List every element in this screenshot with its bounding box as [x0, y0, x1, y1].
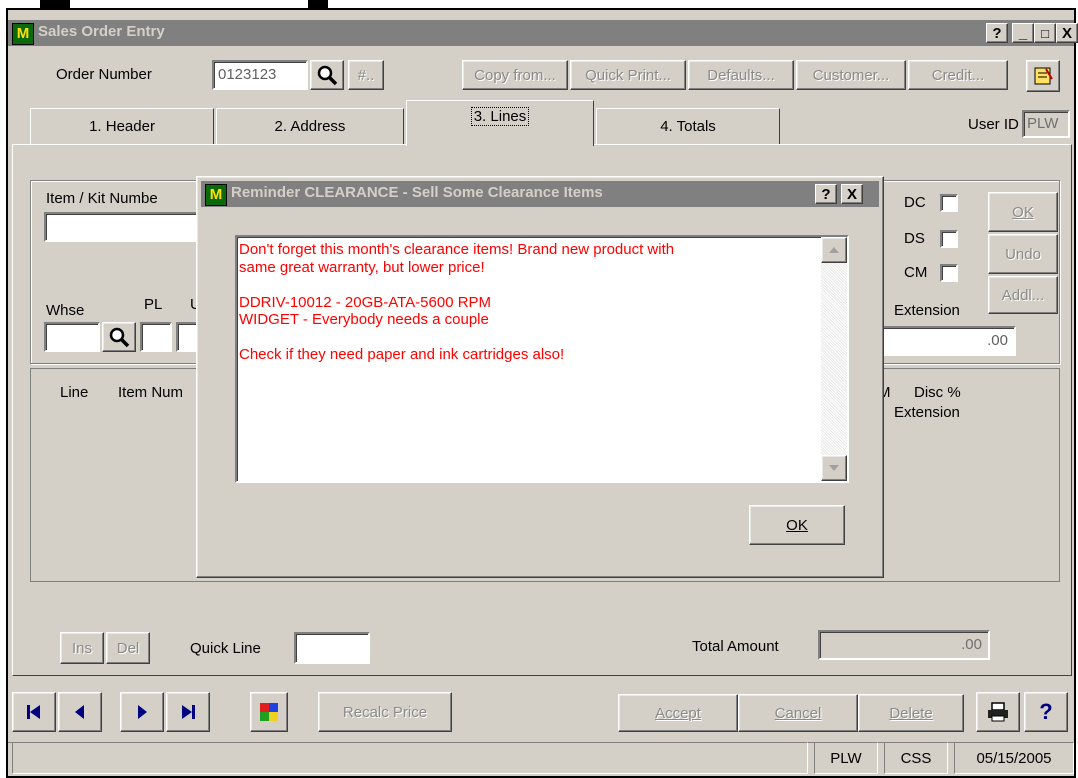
app-logo-icon: M	[12, 23, 34, 45]
user-id-field: PLW	[1022, 110, 1070, 138]
first-record-button[interactable]	[12, 692, 56, 732]
grid-header-disc: Disc %	[914, 384, 961, 401]
accept-button[interactable]: Accept	[618, 694, 738, 732]
status-message-pane	[12, 742, 808, 774]
reminder-message-box[interactable]: Don't forget this month's clearance item…	[235, 235, 849, 483]
user-id-label: User ID	[968, 116, 1019, 133]
close-button[interactable]: X	[1056, 23, 1078, 43]
main-title-bar[interactable]: M Sales Order Entry ? _ □ X	[8, 20, 1078, 46]
dialog-help-button[interactable]: ?	[815, 184, 837, 204]
scroll-up-button[interactable]	[821, 237, 847, 263]
order-lookup-button[interactable]	[310, 60, 344, 90]
vertical-scrollbar[interactable]	[821, 237, 847, 481]
status-user: PLW	[814, 742, 878, 774]
cm-label: CM	[904, 264, 928, 281]
background-fragment	[308, 0, 328, 8]
reminder-message-text: Don't forget this month's clearance item…	[239, 241, 675, 363]
grid-header-extension: Extension	[894, 404, 960, 421]
dialog-title: Reminder CLEARANCE - Sell Some Clearance…	[231, 184, 603, 201]
order-number-label: Order Number	[56, 66, 152, 83]
maximize-button[interactable]: □	[1034, 23, 1056, 43]
puzzle-button[interactable]	[250, 692, 288, 732]
customer-button[interactable]: Customer...	[796, 60, 906, 90]
order-number-input[interactable]: 0123123	[212, 60, 308, 90]
print-button[interactable]	[976, 692, 1020, 732]
delete-button[interactable]: Delete	[858, 694, 964, 732]
dialog-title-bar[interactable]: M Reminder CLEARANCE - Sell Some Clearan…	[201, 181, 879, 207]
status-company: CSS	[884, 742, 948, 774]
next-icon	[138, 705, 147, 719]
next-record-button[interactable]	[120, 692, 164, 732]
background-fragment	[40, 0, 70, 8]
last-record-button[interactable]	[166, 692, 210, 732]
quick-line-label: Quick Line	[190, 640, 261, 657]
item-kit-label: Item / Kit Numbe	[46, 190, 158, 207]
total-amount-label: Total Amount	[692, 638, 779, 655]
pl-input[interactable]	[140, 322, 172, 352]
scroll-up-icon	[829, 247, 839, 253]
dialog-ok-button[interactable]: OK	[749, 505, 845, 545]
tab-address[interactable]: 2. Address	[216, 108, 404, 144]
dialog-close-button[interactable]: X	[841, 184, 863, 204]
grid-header-line: Line	[60, 384, 89, 401]
tab-lines[interactable]: 3. Lines	[406, 100, 594, 146]
scroll-down-button[interactable]	[821, 455, 847, 481]
memo-icon	[1034, 67, 1053, 85]
help-title-button[interactable]: ?	[986, 23, 1008, 43]
quick-print-button[interactable]: Quick Print...	[570, 60, 686, 90]
tab-header[interactable]: 1. Header	[30, 108, 214, 144]
tab-totals[interactable]: 4. Totals	[596, 108, 780, 144]
memo-button[interactable]	[1026, 60, 1060, 92]
cancel-button[interactable]: Cancel	[738, 694, 858, 732]
first-record-icon	[27, 705, 40, 719]
previous-icon	[75, 705, 84, 719]
pl-label: PL	[144, 296, 163, 313]
printer-icon	[988, 702, 1008, 722]
quick-line-input[interactable]	[294, 632, 370, 664]
reminder-dialog: M Reminder CLEARANCE - Sell Some Clearan…	[196, 176, 884, 578]
dc-label: DC	[904, 194, 926, 211]
delete-line-button[interactable]: Del	[106, 632, 150, 664]
app-logo-icon: M	[205, 184, 227, 206]
minimize-button[interactable]: _	[1012, 23, 1034, 43]
warehouse-lookup-button[interactable]	[102, 322, 136, 352]
cm-checkbox[interactable]	[940, 264, 958, 282]
magnifier-icon	[109, 327, 130, 348]
last-record-icon	[182, 705, 195, 719]
insert-line-button[interactable]: Ins	[60, 632, 104, 664]
ds-checkbox[interactable]	[940, 230, 958, 248]
line-add-button[interactable]: Addl...	[988, 276, 1058, 314]
extension-label: Extension	[894, 302, 960, 319]
total-amount-field: .00	[818, 630, 990, 660]
credit-button[interactable]: Credit...	[908, 60, 1008, 90]
grid-header-item-number: Item Num	[118, 384, 184, 401]
copy-from-button[interactable]: Copy from...	[462, 60, 568, 90]
help-button[interactable]: ?	[1024, 692, 1068, 732]
whse-label: Whse	[46, 302, 85, 319]
status-date: 05/15/2005	[954, 742, 1074, 774]
ds-label: DS	[904, 230, 925, 247]
puzzle-icon	[260, 703, 278, 721]
extension-input[interactable]: .00	[880, 326, 1016, 356]
warehouse-input[interactable]	[44, 322, 100, 352]
defaults-button[interactable]: Defaults...	[688, 60, 794, 90]
line-undo-button[interactable]: Undo	[988, 234, 1058, 274]
previous-record-button[interactable]	[58, 692, 102, 732]
item-number-input[interactable]	[44, 212, 214, 242]
dc-checkbox[interactable]	[940, 194, 958, 212]
line-ok-button[interactable]: OK	[988, 192, 1058, 232]
magnifier-icon	[317, 65, 338, 86]
window-title: Sales Order Entry	[38, 23, 165, 40]
recalc-price-button[interactable]: Recalc Price	[318, 692, 452, 732]
scroll-down-icon	[829, 465, 839, 471]
next-order-number-button[interactable]: #..	[348, 60, 384, 90]
